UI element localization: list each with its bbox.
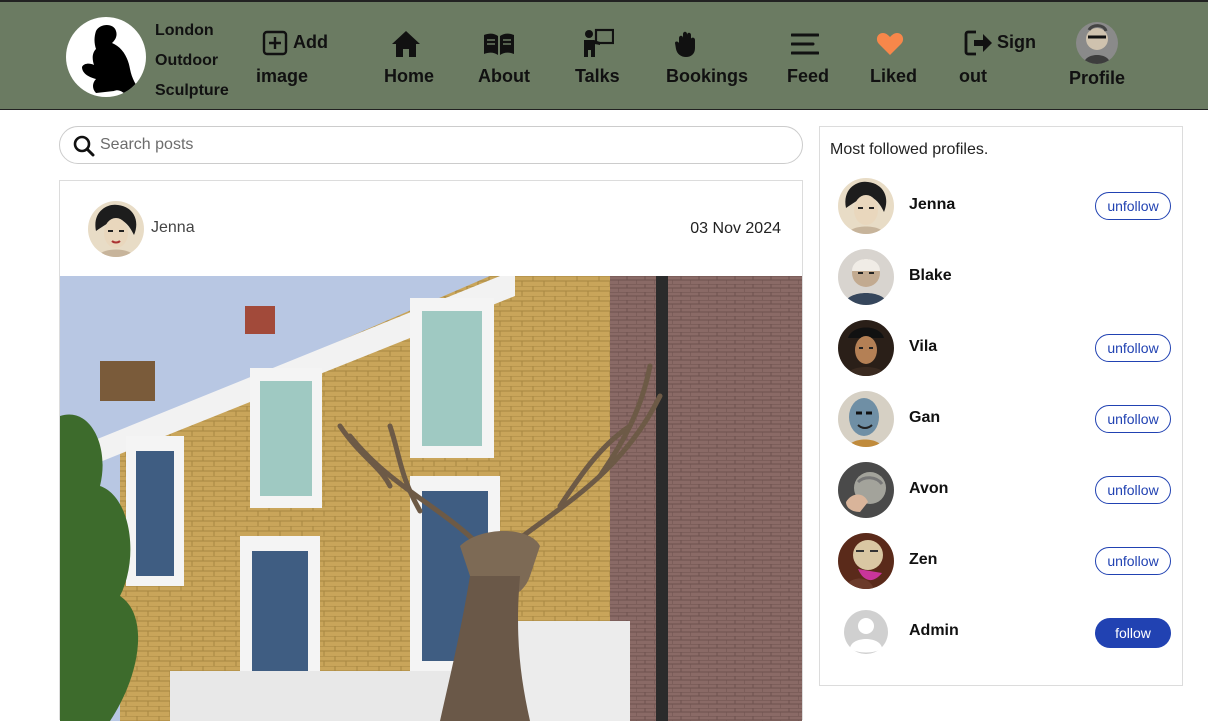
nav-talks[interactable]: Talks bbox=[575, 28, 623, 90]
navbar: London Outdoor Sculpture Add image Home … bbox=[0, 0, 1208, 110]
brand-home-link[interactable]: London Outdoor Sculpture bbox=[66, 16, 236, 100]
nav-sign-out-label-2: out bbox=[959, 66, 987, 86]
profile-name[interactable]: Zen bbox=[909, 551, 937, 569]
avatar[interactable] bbox=[838, 320, 894, 376]
unfollow-button[interactable]: unfollow bbox=[1095, 476, 1171, 504]
nav-add-image-label-1: Add bbox=[293, 32, 328, 52]
heart-icon bbox=[876, 32, 904, 61]
nav-bookings-label: Bookings bbox=[666, 66, 749, 86]
profile-row: Avon unfollow bbox=[820, 460, 1182, 520]
panel-title: Most followed profiles. bbox=[830, 141, 989, 158]
profile-name[interactable]: Vila bbox=[909, 338, 937, 356]
search-input[interactable] bbox=[100, 133, 790, 157]
avatar[interactable] bbox=[838, 604, 894, 660]
post-card: Jenna 03 Nov 2024 bbox=[59, 180, 803, 721]
profile-name[interactable]: Blake bbox=[909, 267, 952, 285]
nav-bookings[interactable]: Bookings bbox=[666, 30, 750, 90]
house-icon bbox=[391, 30, 421, 63]
avatar[interactable] bbox=[838, 391, 894, 447]
post-date: 03 Nov 2024 bbox=[690, 220, 781, 237]
most-followed-panel: Most followed profiles. Jenna unfollow B… bbox=[819, 126, 1183, 686]
nav-feed-label: Feed bbox=[787, 66, 830, 86]
avatar[interactable] bbox=[838, 249, 894, 305]
nav-home[interactable]: Home bbox=[383, 30, 437, 90]
nav-liked[interactable]: Liked bbox=[869, 30, 919, 90]
avatar[interactable] bbox=[838, 533, 894, 589]
post-author-avatar[interactable] bbox=[88, 201, 144, 257]
nav-liked-label: Liked bbox=[870, 66, 918, 86]
brand-line: London bbox=[155, 22, 214, 39]
sign-out-icon bbox=[964, 30, 994, 61]
post-author-name[interactable]: Jenna bbox=[151, 219, 195, 237]
avatar bbox=[1076, 22, 1118, 64]
thinker-logo bbox=[66, 17, 146, 97]
unfollow-button[interactable]: unfollow bbox=[1095, 405, 1171, 433]
profile-row: Zen unfollow bbox=[820, 531, 1182, 591]
nav-add-image-label-2: image bbox=[256, 66, 309, 86]
unfollow-button[interactable]: unfollow bbox=[1095, 334, 1171, 362]
search-bar bbox=[59, 126, 803, 164]
profile-name[interactable]: Avon bbox=[909, 480, 948, 498]
nav-profile-label: Profile bbox=[1069, 68, 1126, 88]
profile-row: Jenna unfollow bbox=[820, 176, 1182, 236]
profile-name[interactable]: Jenna bbox=[909, 196, 955, 214]
nav-add-image[interactable]: Add image bbox=[256, 28, 336, 90]
profile-name[interactable]: Gan bbox=[909, 409, 940, 427]
profile-row: Gan unfollow bbox=[820, 389, 1182, 449]
profile-row: Admin follow bbox=[820, 602, 1182, 662]
search-icon bbox=[73, 135, 95, 162]
stream-lines-icon bbox=[790, 32, 820, 61]
brand-line: Sculpture bbox=[155, 82, 229, 99]
brand-title: London Outdoor Sculpture bbox=[155, 16, 229, 106]
profile-name[interactable]: Admin bbox=[909, 622, 959, 640]
nav-feed[interactable]: Feed bbox=[786, 30, 830, 90]
profile-row: Blake bbox=[820, 247, 1182, 307]
follow-button[interactable]: follow bbox=[1095, 618, 1171, 648]
plus-square-icon bbox=[262, 30, 288, 61]
raised-hand-icon bbox=[674, 30, 698, 63]
nav-home-label: Home bbox=[384, 66, 435, 86]
avatar[interactable] bbox=[838, 462, 894, 518]
post-image[interactable] bbox=[60, 276, 802, 721]
nav-sign-out[interactable]: Sign out bbox=[958, 28, 1042, 90]
open-book-icon bbox=[483, 32, 515, 61]
nav-profile[interactable]: Profile bbox=[1068, 22, 1128, 92]
unfollow-button[interactable]: unfollow bbox=[1095, 547, 1171, 575]
nav-about-label: About bbox=[478, 66, 530, 86]
nav-talks-label: Talks bbox=[575, 66, 620, 86]
presenter-icon bbox=[582, 28, 615, 63]
nav-sign-out-label-1: Sign bbox=[997, 32, 1036, 52]
unfollow-button[interactable]: unfollow bbox=[1095, 192, 1171, 220]
avatar[interactable] bbox=[838, 178, 894, 234]
brand-line: Outdoor bbox=[155, 52, 219, 69]
profile-row: Vila unfollow bbox=[820, 318, 1182, 378]
nav-about[interactable]: About bbox=[477, 30, 533, 90]
